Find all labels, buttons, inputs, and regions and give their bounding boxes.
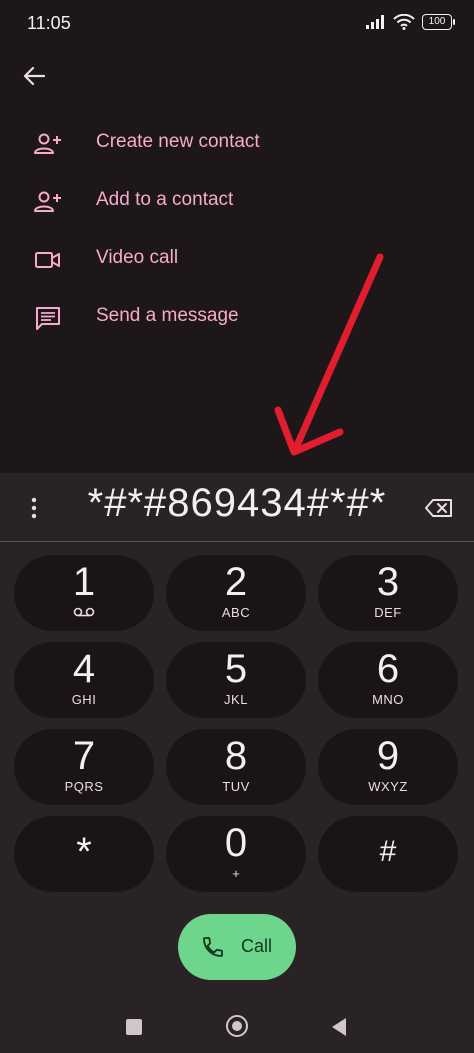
message-icon xyxy=(34,304,62,332)
key-plus: + xyxy=(232,866,240,881)
key-letters: DEF xyxy=(374,605,402,620)
key-1[interactable]: 1 xyxy=(14,555,154,631)
backspace-icon xyxy=(425,499,452,517)
navigation-bar xyxy=(0,1003,474,1053)
key-digit: 9 xyxy=(376,734,400,778)
call-button[interactable]: Call xyxy=(178,914,296,980)
key-digit: 1 xyxy=(72,560,96,604)
nav-back-button[interactable] xyxy=(330,1017,348,1037)
battery-icon: 100 xyxy=(422,14,455,30)
key-digit: 4 xyxy=(72,647,96,691)
videocam-icon xyxy=(34,246,62,274)
keypad: 1 2 ABC 3 DEF 4 GHI 5 JKL 6 MNO 7 PQRS 8… xyxy=(14,555,460,892)
key-8[interactable]: 8 TUV xyxy=(166,729,306,805)
key-7[interactable]: 7 PQRS xyxy=(14,729,154,805)
key-digit: 2 xyxy=(224,560,248,604)
status-time: 11:05 xyxy=(27,13,71,33)
key-letters: JKL xyxy=(224,692,248,707)
person-add-icon xyxy=(34,130,62,158)
key-2[interactable]: 2 ABC xyxy=(166,555,306,631)
key-digit: * xyxy=(76,830,92,874)
send-message-label: Send a message xyxy=(96,305,239,326)
key-3[interactable]: 3 DEF xyxy=(318,555,458,631)
send-message-item[interactable]: Send a message xyxy=(0,288,474,346)
backspace-button[interactable] xyxy=(422,495,456,521)
create-new-contact-label: Create new contact xyxy=(96,131,260,152)
wifi-icon xyxy=(393,14,415,30)
voicemail-icon xyxy=(73,607,95,617)
key-0[interactable]: 0 + xyxy=(166,816,306,892)
key-digit: 6 xyxy=(376,647,400,691)
key-letters: TUV xyxy=(222,779,250,794)
key-digit: 3 xyxy=(376,560,400,604)
person-add-icon xyxy=(34,188,62,216)
key-digit: # xyxy=(379,835,397,868)
arrow-back-icon xyxy=(23,66,45,86)
create-new-contact-item[interactable]: Create new contact xyxy=(0,114,474,172)
number-row: *#*#869434#*#* xyxy=(0,473,474,542)
key-hash[interactable]: # xyxy=(318,816,458,892)
call-label: Call xyxy=(241,936,273,956)
key-letters: GHI xyxy=(71,692,97,707)
back-button[interactable] xyxy=(18,60,50,92)
key-9[interactable]: 9 WXYZ xyxy=(318,729,458,805)
dialed-number[interactable]: *#*#869434#*#* xyxy=(62,481,412,526)
key-letters: MNO xyxy=(372,692,404,707)
key-letters: WXYZ xyxy=(368,779,408,794)
key-digit: 8 xyxy=(224,734,248,778)
add-to-contact-label: Add to a contact xyxy=(96,189,234,210)
key-star[interactable]: * xyxy=(14,816,154,892)
status-bar: 11:05 100 xyxy=(0,0,474,48)
video-call-item[interactable]: Video call xyxy=(0,230,474,288)
home-button[interactable] xyxy=(226,1015,248,1037)
key-letters: ABC xyxy=(221,605,251,620)
key-4[interactable]: 4 GHI xyxy=(14,642,154,718)
recents-button[interactable] xyxy=(126,1019,142,1035)
key-6[interactable]: 6 MNO xyxy=(318,642,458,718)
key-digit: 0 xyxy=(224,821,248,865)
status-icons: 100 xyxy=(366,14,455,30)
more-options-button[interactable] xyxy=(22,493,46,523)
more-vert-icon xyxy=(31,497,37,519)
action-list: Create new contact Add to a contact Vide… xyxy=(0,114,474,346)
phone-icon xyxy=(203,937,223,957)
key-letters: PQRS xyxy=(64,779,104,794)
key-digit: 7 xyxy=(72,734,96,778)
add-to-contact-item[interactable]: Add to a contact xyxy=(0,172,474,230)
signal-icon xyxy=(366,15,384,29)
key-5[interactable]: 5 JKL xyxy=(166,642,306,718)
key-digit: 5 xyxy=(224,647,248,691)
dialpad-panel: *#*#869434#*#* 1 2 ABC 3 DEF 4 GHI 5 JKL… xyxy=(0,473,474,1053)
video-call-label: Video call xyxy=(96,247,179,268)
